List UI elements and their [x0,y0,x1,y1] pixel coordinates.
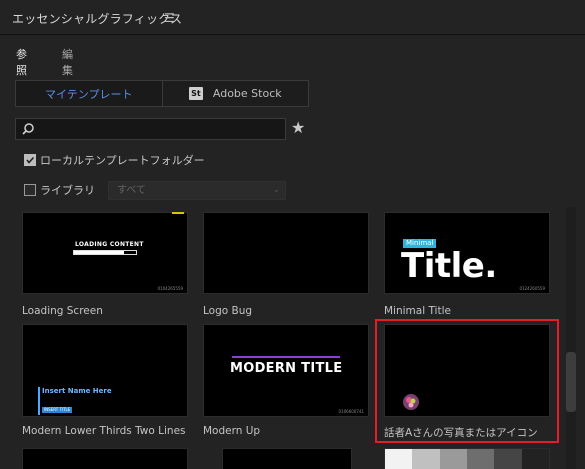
local-folder-toggle[interactable]: ローカルテンプレートフォルダー [24,151,205,169]
panel-title: エッセンシャルグラフィックス [12,12,183,26]
template-card-modern-up[interactable]: MODERN TITLE 0106600741 Modern Up [203,324,369,437]
tab-browse[interactable]: 参照 [16,46,27,84]
thumb-text: LOADING CONTENT [75,241,144,248]
color-bar [466,449,495,469]
thumb-line2: INSERT TITLE [42,407,73,413]
checkmark-icon [26,156,35,164]
chevron-down-icon: ⌄ [272,185,280,195]
thumb-big-text: Title. [401,246,497,286]
template-label: Logo Bug [203,305,253,317]
source-toggle: マイテンプレート St Adobe Stock [15,80,309,107]
thumb-timecode: 0104265559 [157,286,183,291]
color-bar [439,449,467,469]
template-card-loading-screen[interactable]: LOADING CONTENT 0104265559 Loading Scree… [22,212,188,317]
template-thumbnail: Minimal Title. 0124260559 [384,212,550,294]
template-card-modern-lower-thirds[interactable]: Insert Name Here INSERT TITLE Modern Low… [22,324,188,437]
scrollbar-thumb[interactable] [566,352,576,412]
color-bar [412,449,440,469]
library-label: ライブラリ [40,184,95,197]
template-thumbnail: LOADING CONTENT 0104265559 [22,212,188,294]
template-card-partial[interactable] [22,448,188,469]
template-label: Minimal Title [384,305,451,317]
template-label: Modern Lower Thirds Two Lines [22,425,186,437]
template-card-logo-bug[interactable]: Logo Bug [203,212,369,317]
search-icon [22,123,34,135]
library-select[interactable]: すべて ⌄ [108,181,286,200]
my-templates-label: マイテンプレート [45,87,133,101]
thumb-timecode: 0106600741 [338,409,364,414]
favorites-star-icon[interactable]: ★ [291,119,305,137]
library-selected-value: すべて [117,185,146,196]
tab-edit[interactable]: 編集 [62,46,73,82]
color-bar [494,449,522,469]
template-thumbnail: MODERN TITLE 0106600741 [203,324,369,417]
template-thumbnail [203,212,369,294]
template-card-partial-color-bars[interactable] [384,448,550,469]
adobe-stock-tab[interactable]: St Adobe Stock [163,81,309,106]
search-input[interactable] [15,118,286,140]
library-toggle[interactable]: ライブラリ [24,181,95,199]
adobe-stock-label: Adobe Stock [212,87,282,100]
timeline-marker [172,212,184,214]
local-folder-checkbox[interactable] [24,154,36,166]
template-label: Loading Screen [22,305,103,317]
selection-highlight [375,319,559,443]
thumb-line1: Insert Name Here [42,387,112,395]
thumb-text: MODERN TITLE [230,361,343,376]
thumb-accent-line [232,356,340,358]
scrollbar-track[interactable] [566,207,576,469]
local-folder-label: ローカルテンプレートフォルダー [40,154,205,167]
library-checkbox[interactable] [24,184,36,196]
color-bar [521,449,549,469]
thumb-timecode: 0124260559 [519,286,545,291]
template-card-minimal-title[interactable]: Minimal Title. 0124260559 Minimal Title [384,212,550,317]
my-templates-tab[interactable]: マイテンプレート [16,81,163,106]
hamburger-menu-icon[interactable]: ☰ [164,11,175,25]
color-bar [385,449,413,469]
thumb-progress-fill [74,251,124,254]
adobe-stock-icon: St [188,87,203,100]
thumb-progress-bar [73,250,137,255]
template-card-partial[interactable] [222,448,352,469]
template-thumbnail: Insert Name Here INSERT TITLE [22,324,188,417]
template-label: Modern Up [203,425,261,437]
thumb-lower-third: Insert Name Here INSERT TITLE [38,387,112,415]
panel-header: エッセンシャルグラフィックス ☰ [0,0,585,35]
